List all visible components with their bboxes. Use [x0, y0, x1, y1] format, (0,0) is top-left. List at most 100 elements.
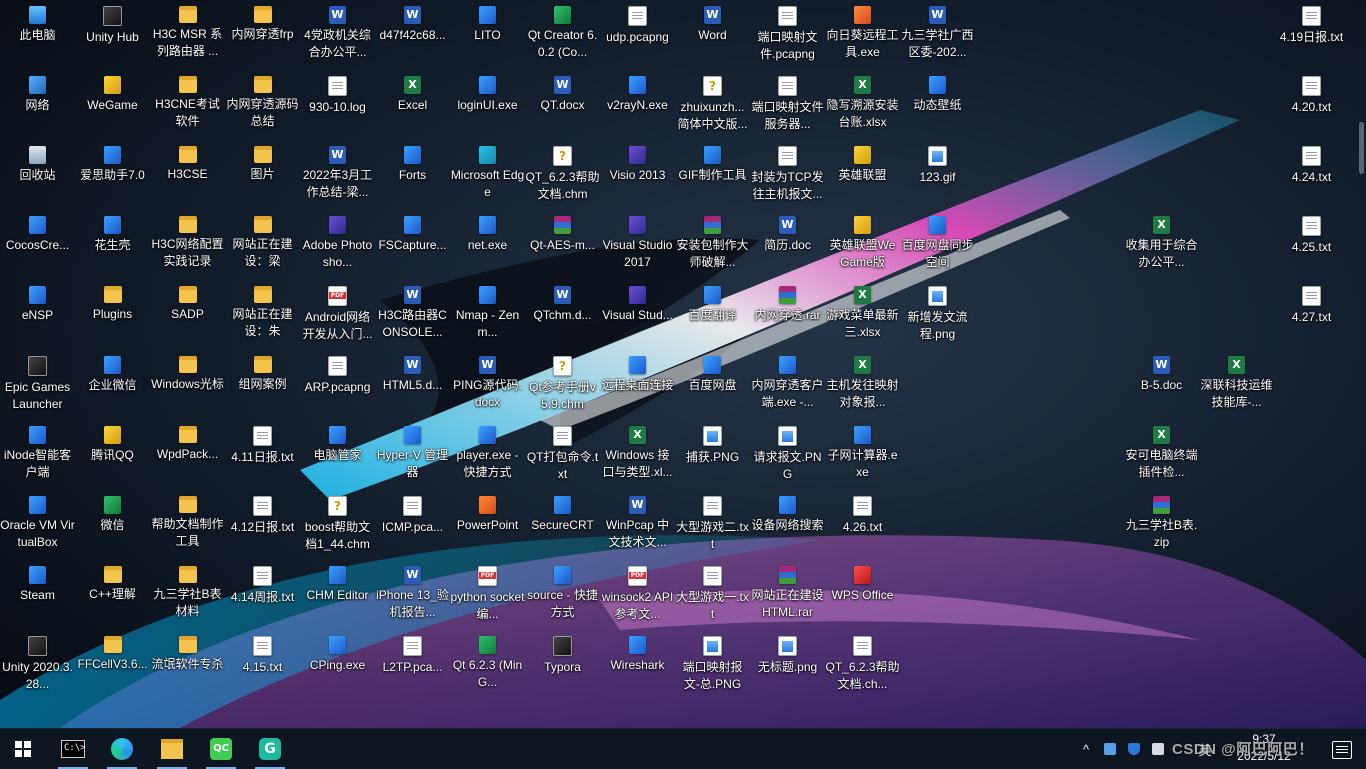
desktop-icon[interactable]: net.exe: [450, 210, 525, 280]
desktop-icon[interactable]: PING源代码.docx: [450, 350, 525, 420]
desktop-icon[interactable]: 4.11日报.txt: [225, 420, 300, 490]
desktop-icon[interactable]: 百度网盘同步空间: [900, 210, 975, 280]
desktop-icon[interactable]: Visual Stud...: [600, 280, 675, 350]
desktop-icon[interactable]: 向日葵远程工具.exe: [825, 0, 900, 70]
desktop-icon[interactable]: 新增发文流程.png: [900, 280, 975, 350]
desktop-icon[interactable]: Qt Creator 6.0.2 (Co...: [525, 0, 600, 70]
desktop-icon[interactable]: 九三学社B表.zip: [1124, 490, 1199, 560]
desktop-icon[interactable]: 爱思助手7.0: [75, 140, 150, 210]
desktop-icon[interactable]: winsock2 API参考文...: [600, 560, 675, 630]
desktop-icon[interactable]: Steam: [0, 560, 75, 630]
desktop-icon[interactable]: 123.gif: [900, 140, 975, 210]
desktop-icon[interactable]: SecureCRT: [525, 490, 600, 560]
tray-network-button[interactable]: [1148, 729, 1168, 769]
desktop-icon[interactable]: Qt 6.2.3 (MinG...: [450, 630, 525, 700]
desktop-icon[interactable]: Typora: [525, 630, 600, 700]
notification-center-icon[interactable]: [1332, 741, 1352, 759]
desktop-icon[interactable]: 动态壁纸: [900, 70, 975, 140]
desktop-icon[interactable]: Unity 2020.3.28...: [0, 630, 75, 700]
desktop-icon[interactable]: FFCellV3.6...: [75, 630, 150, 700]
desktop-icon[interactable]: QTchm.d...: [525, 280, 600, 350]
desktop-icon[interactable]: source - 快捷方式: [525, 560, 600, 630]
desktop-icon[interactable]: 4.12日报.txt: [225, 490, 300, 560]
desktop-icon[interactable]: v2rayN.exe: [600, 70, 675, 140]
show-hidden-icons-button[interactable]: ^: [1076, 729, 1096, 769]
taskbar-qt-creator-button[interactable]: [198, 729, 244, 769]
desktop-icon[interactable]: 请求报文.PNG: [750, 420, 825, 490]
desktop-icon[interactable]: H3CNE考试软件: [150, 70, 225, 140]
desktop-icon[interactable]: 花生壳: [75, 210, 150, 280]
taskbar-edge-button[interactable]: [99, 729, 145, 769]
desktop-icon[interactable]: 图片: [225, 140, 300, 210]
desktop-icon[interactable]: PowerPoint: [450, 490, 525, 560]
desktop-icon[interactable]: 4.14周报.txt: [225, 560, 300, 630]
desktop-icon[interactable]: 内网穿透客户端.exe -...: [750, 350, 825, 420]
desktop-icon[interactable]: 4.27.txt: [1274, 280, 1349, 350]
desktop-icon[interactable]: python socket编...: [450, 560, 525, 630]
desktop-icon[interactable]: QT打包命令.txt: [525, 420, 600, 490]
desktop-icon[interactable]: Plugins: [75, 280, 150, 350]
desktop-icon[interactable]: 组网案例: [225, 350, 300, 420]
desktop-icon[interactable]: 腾讯QQ: [75, 420, 150, 490]
desktop-icon[interactable]: d47f42c68...: [375, 0, 450, 70]
desktop-icon[interactable]: iNode智能客户端: [0, 420, 75, 490]
desktop-icon[interactable]: Adobe Photosho...: [300, 210, 375, 280]
desktop-icon[interactable]: H3C路由器CONSOLE...: [375, 280, 450, 350]
desktop-icon[interactable]: 企业微信: [75, 350, 150, 420]
desktop-icon[interactable]: 深联科技运维技能库-...: [1199, 350, 1274, 420]
desktop-icon[interactable]: Visual Studio 2017: [600, 210, 675, 280]
desktop-icon[interactable]: ARP.pcapng: [300, 350, 375, 420]
desktop-icon[interactable]: 电脑管家: [300, 420, 375, 490]
desktop-icon[interactable]: 封装为TCP发往主机报文...: [750, 140, 825, 210]
desktop-icon[interactable]: 游戏菜单最新三.xlsx: [825, 280, 900, 350]
desktop-icon[interactable]: 安可电脑终端插件检...: [1124, 420, 1199, 490]
desktop-icon[interactable]: 端口映射报文-总.PNG: [675, 630, 750, 700]
desktop-icon[interactable]: Windows 接口与类型.xl...: [600, 420, 675, 490]
desktop-icon[interactable]: 百度网盘: [675, 350, 750, 420]
desktop-icon[interactable]: 大型游戏一.txt: [675, 560, 750, 630]
desktop-icon[interactable]: 2022年3月工作总结-梁...: [300, 140, 375, 210]
desktop-icon[interactable]: WeGame: [75, 70, 150, 140]
desktop-icon[interactable]: 网络: [0, 70, 75, 140]
ime-indicator[interactable]: 英: [1194, 729, 1216, 769]
desktop-icon[interactable]: 设备网络搜索: [750, 490, 825, 560]
taskbar-terminal-button[interactable]: C:\>: [50, 729, 96, 769]
desktop-icon[interactable]: GIF制作工具: [675, 140, 750, 210]
desktop-icon[interactable]: 九三学社B表材料: [150, 560, 225, 630]
desktop-icon[interactable]: udp.pcapng: [600, 0, 675, 70]
desktop-icon[interactable]: Wireshark: [600, 630, 675, 700]
desktop-icon[interactable]: loginUI.exe: [450, 70, 525, 140]
desktop-icon[interactable]: eNSP: [0, 280, 75, 350]
desktop-icon[interactable]: Oracle VM VirtualBox: [0, 490, 75, 560]
desktop-icon[interactable]: 收集用于综合办公平...: [1124, 210, 1199, 280]
desktop-icon[interactable]: Hyper-V 管理器: [375, 420, 450, 490]
desktop-icon[interactable]: 隐写溯源安装台账.xlsx: [825, 70, 900, 140]
desktop-icon[interactable]: 4.26.txt: [825, 490, 900, 560]
desktop-icon[interactable]: H3C MSR 系列路由器 ...: [150, 0, 225, 70]
desktop-icon[interactable]: 无标题.png: [750, 630, 825, 700]
desktop-icon[interactable]: L2TP.pca...: [375, 630, 450, 700]
desktop-scroll-indicator[interactable]: [1359, 122, 1364, 174]
desktop-icon[interactable]: 远程桌面连接: [600, 350, 675, 420]
desktop-icon[interactable]: CHM Editor: [300, 560, 375, 630]
desktop-icon[interactable]: Forts: [375, 140, 450, 210]
desktop-icon[interactable]: Epic Games Launcher: [0, 350, 75, 420]
tray-security-button[interactable]: [1124, 729, 1144, 769]
desktop-icon[interactable]: 端口映射文件服务器...: [750, 70, 825, 140]
desktop-icon[interactable]: Unity Hub: [75, 0, 150, 70]
desktop-icon[interactable]: 英雄联盟WeGame版: [825, 210, 900, 280]
desktop-icon[interactable]: 4.25.txt: [1274, 210, 1349, 280]
desktop-icon[interactable]: Visio 2013: [600, 140, 675, 210]
desktop-icon[interactable]: C++理解: [75, 560, 150, 630]
desktop-icon[interactable]: H3C网络配置实践记录: [150, 210, 225, 280]
desktop-icon[interactable]: Nmap - Zenm...: [450, 280, 525, 350]
start-button[interactable]: [0, 729, 46, 769]
system-clock[interactable]: 9:37 2022/5/12: [1224, 731, 1304, 765]
desktop-icon[interactable]: LITO: [450, 0, 525, 70]
desktop-icon[interactable]: 4.19日报.txt: [1274, 0, 1349, 70]
desktop-icon[interactable]: 子网计算器.exe: [825, 420, 900, 490]
desktop-icon[interactable]: B-5.doc: [1124, 350, 1199, 420]
desktop-icon[interactable]: WpdPack...: [150, 420, 225, 490]
desktop-icon[interactable]: 内网穿透frp: [225, 0, 300, 70]
desktop-icon[interactable]: 930-10.log: [300, 70, 375, 140]
